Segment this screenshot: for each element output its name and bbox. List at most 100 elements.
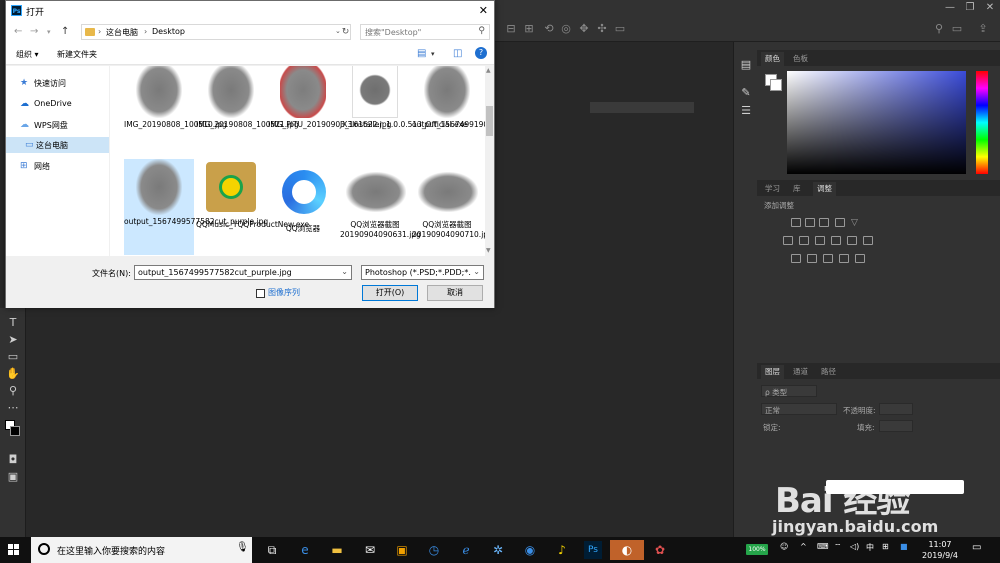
clock-app-icon[interactable]: ◷ [424, 540, 444, 560]
share-icon[interactable]: ⇪ [977, 23, 989, 35]
file-item[interactable]: QQ浏览器截图20190904090631.jpg [340, 162, 421, 256]
tab-libraries[interactable]: 库 [789, 182, 805, 196]
restore-icon[interactable]: ❐ [963, 1, 977, 15]
breadcrumb-this-pc[interactable]: 这台电脑 [106, 27, 138, 38]
3d-rotate-icon[interactable]: ⟲ [543, 23, 555, 35]
ime-indicator[interactable]: 中 [866, 542, 874, 553]
3d-camera-icon[interactable]: ▭ [614, 23, 626, 35]
people-icon[interactable]: ☺ [780, 542, 788, 551]
volume-icon[interactable]: ◁) [850, 542, 859, 551]
path-select-icon[interactable]: ➤ [6, 333, 20, 347]
hue-slider[interactable] [976, 71, 988, 174]
background-color-swatch[interactable] [10, 426, 20, 436]
type-tool-icon[interactable]: T [6, 316, 20, 330]
chevron-down-icon[interactable]: ▾ [431, 50, 435, 58]
file-item[interactable]: output_1567499190569cut_purple.jpg [412, 66, 485, 158]
refresh-icon[interactable]: ↻ [339, 24, 352, 40]
clock[interactable]: 11:07 2019/9/4 [918, 539, 962, 561]
show-hidden-icon[interactable]: ^ [800, 542, 807, 551]
quick-mask-icon[interactable]: ◘ [6, 453, 20, 467]
edge-icon[interactable]: e [295, 540, 315, 560]
view-options-icon[interactable]: ▤ [417, 48, 426, 59]
more-tools-icon[interactable]: ⋯ [6, 401, 20, 415]
file-item[interactable]: IMG_PITU_20190903_161622.jpg [268, 66, 391, 158]
app-icon[interactable]: ✲ [488, 540, 508, 560]
search-input[interactable]: 搜索"Desktop" ⚲ [360, 24, 490, 40]
file-item[interactable]: JX3Installer_1.0.0.513_Official.exe [340, 66, 467, 158]
tab-swatches[interactable]: 色板 [789, 52, 812, 66]
scroll-up-icon[interactable]: ▲ [486, 67, 491, 74]
up-icon[interactable]: ↑ [61, 26, 69, 37]
image-sequence-checkbox[interactable] [256, 289, 265, 298]
file-item[interactable]: IMG_20190808_100521.jpg [196, 66, 299, 158]
forward-icon[interactable]: → [30, 26, 38, 37]
mail-icon[interactable]: ✉ [360, 540, 380, 560]
minimize-icon[interactable]: — [943, 1, 957, 15]
filename-input[interactable]: output_1567499577582cut_purple.jpg ⌄ [134, 265, 352, 280]
brush-icon[interactable]: ✎ [739, 86, 753, 100]
qqmusic-taskbar-icon[interactable]: ♪ [552, 540, 572, 560]
tab-paths[interactable]: 路径 [817, 365, 840, 379]
network-icon[interactable]: ⌨ [817, 542, 829, 551]
workspace-icon[interactable]: ▭ [951, 23, 963, 35]
3d-roll-icon[interactable]: ◎ [560, 23, 572, 35]
tab-layers[interactable]: 图层 [761, 365, 784, 379]
color-picker-field[interactable] [787, 71, 966, 174]
background-swatch[interactable] [770, 79, 782, 91]
active-app-icon[interactable]: ◐ [610, 540, 644, 560]
battery-icon[interactable]: 100% [746, 544, 768, 555]
close-icon[interactable]: ✕ [983, 1, 997, 15]
organize-button[interactable]: 组织 ▾ [16, 49, 39, 60]
taskbar-search-box[interactable]: 在这里输入你要搜索的内容 🎙 [31, 537, 252, 563]
windows-start-icon[interactable] [8, 544, 20, 556]
sidebar-item-onedrive[interactable]: ☁ OneDrive [6, 96, 109, 112]
recent-locations-icon[interactable]: ▾ [47, 28, 51, 36]
close-icon[interactable]: ✕ [479, 4, 488, 17]
tab-channels[interactable]: 通道 [789, 365, 812, 379]
vertical-scrollbar[interactable]: ▲ ▼ [485, 66, 494, 256]
photoshop-taskbar-icon[interactable]: Ps [584, 541, 602, 559]
photo-filter-icon[interactable] [831, 236, 841, 245]
screen-mode-icon[interactable]: ▣ [6, 470, 20, 484]
scroll-thumb[interactable] [486, 106, 493, 136]
zoom-tool-icon[interactable]: ⚲ [6, 384, 20, 398]
tab-color[interactable]: 颜色 [761, 52, 784, 66]
ime-mode-icon[interactable]: ⊞ [882, 542, 889, 551]
invert-icon[interactable] [791, 254, 801, 263]
color-lookup-icon[interactable] [863, 236, 873, 245]
cancel-button[interactable]: 取消 [427, 285, 483, 301]
sidebar-item-wps[interactable]: ☁ WPS网盘 [6, 117, 109, 133]
wifi-icon[interactable]: ⌔ [834, 542, 842, 552]
exposure-icon[interactable] [835, 218, 845, 227]
preview-pane-icon[interactable]: ◫ [453, 48, 462, 59]
posterize-icon[interactable] [807, 254, 817, 263]
sidebar-item-this-pc[interactable]: ▭ 这台电脑 [6, 137, 109, 153]
task-view-icon[interactable]: ⧉ [262, 540, 282, 560]
rectangle-tool-icon[interactable]: ▭ [6, 350, 20, 364]
hue-icon[interactable] [783, 236, 793, 245]
gradient-map-icon[interactable] [839, 254, 849, 263]
selective-color-icon[interactable] [855, 254, 865, 263]
app-icon[interactable]: ✿ [650, 540, 670, 560]
sidebar-item-network[interactable]: ⊞ 网络 [6, 158, 109, 174]
ie-icon[interactable]: ℯ [456, 540, 476, 560]
levels-icon[interactable] [805, 218, 815, 227]
tab-learn[interactable]: 学习 [761, 182, 784, 196]
balance-icon[interactable] [799, 236, 809, 245]
scroll-down-icon[interactable]: ▼ [486, 247, 491, 254]
layer-kind-filter[interactable]: ρ 类型 [761, 385, 817, 397]
microphone-icon[interactable]: 🎙 [236, 542, 249, 553]
open-button[interactable]: 打开(O) [362, 285, 418, 301]
new-folder-button[interactable]: 新建文件夹 [57, 49, 97, 60]
breadcrumb-desktop[interactable]: Desktop [152, 27, 185, 36]
curves-icon[interactable] [819, 218, 829, 227]
fill-field[interactable] [879, 420, 913, 432]
sticky-app-icon[interactable]: ▣ [392, 540, 412, 560]
help-icon[interactable]: ? [475, 47, 487, 59]
search-icon[interactable]: ⚲ [933, 23, 945, 35]
threshold-icon[interactable] [823, 254, 833, 263]
opacity-field[interactable] [879, 403, 913, 415]
sidebar-item-quick-access[interactable]: ★ 快速访问 [6, 75, 109, 91]
tab-adjustments[interactable]: 调整 [813, 182, 836, 196]
brightness-icon[interactable] [791, 218, 801, 227]
